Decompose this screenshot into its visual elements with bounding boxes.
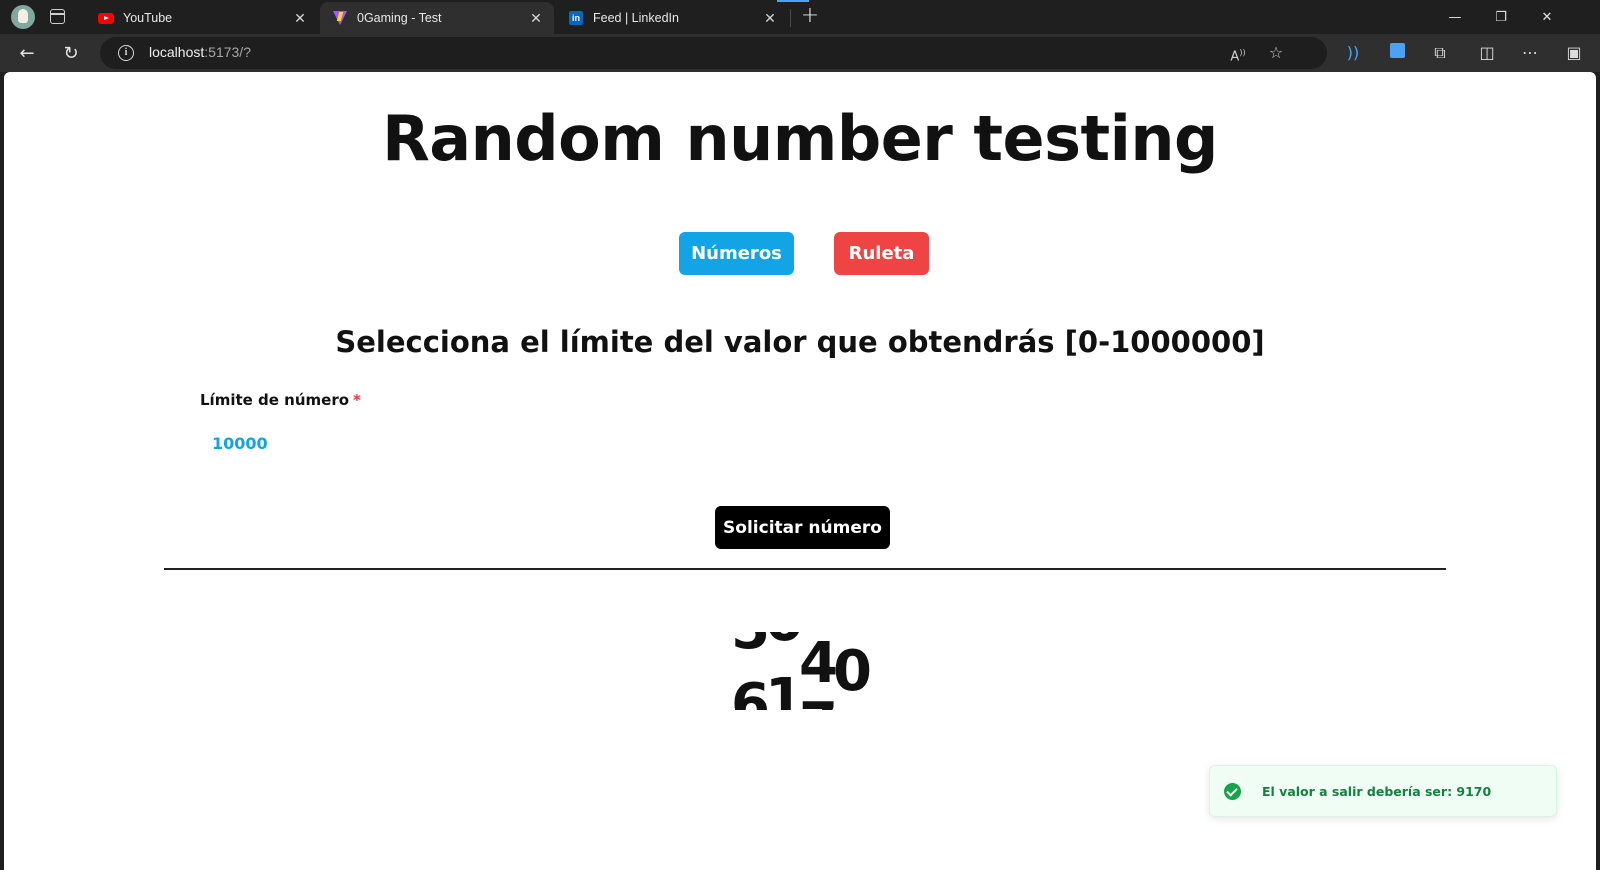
numeros-button[interactable]: Números (679, 232, 794, 275)
url-host: localhost (149, 44, 205, 60)
extensions-puzzle-icon[interactable]: ⧉ (1429, 42, 1451, 64)
linkedin-icon: in (568, 10, 584, 26)
toast-message: El valor a salir debería ser: 9170 (1262, 783, 1492, 799)
section-title: Selecciona el límite del valor que obten… (335, 325, 1265, 359)
extension-square-icon[interactable] (1386, 42, 1408, 64)
new-tab-icon[interactable]: + (800, 5, 820, 27)
tab-youtube[interactable]: YouTube ✕ (86, 2, 318, 34)
limit-label-text: Límite de número (200, 391, 350, 409)
divider (164, 568, 1446, 570)
tab-0gaming[interactable]: 0Gaming - Test ✕ (320, 2, 554, 34)
url-text[interactable]: localhost:5173/? (149, 44, 251, 60)
limit-field-label: Límite de número * (200, 391, 361, 409)
vite-icon (332, 10, 348, 26)
tab-linkedin[interactable]: in Feed | LinkedIn ✕ (556, 2, 788, 34)
tab-title: Feed | LinkedIn (593, 11, 679, 25)
wifi-extension-icon[interactable]: )) (1342, 42, 1364, 64)
info-icon[interactable]: i (118, 45, 134, 61)
number-slot-animation: 5 6 0 1 4 7 0 (731, 632, 891, 710)
favorite-star-icon[interactable]: ☆ (1266, 43, 1286, 63)
profile-avatar-icon[interactable] (11, 5, 35, 29)
workspaces-icon[interactable] (50, 9, 65, 24)
close-icon[interactable]: ✕ (762, 10, 778, 26)
page-viewport: Random number testing Números Ruleta Sel… (4, 72, 1596, 870)
browser-titlebar: YouTube ✕ 0Gaming - Test ✕ in Feed | Lin… (0, 0, 1600, 34)
close-window-icon[interactable]: ✕ (1524, 0, 1570, 34)
success-toast[interactable]: El valor a salir debería ser: 9170 (1209, 765, 1557, 817)
reload-icon[interactable]: ↻ (58, 41, 84, 65)
required-mark: * (353, 391, 361, 409)
restore-icon[interactable]: ❐ (1478, 0, 1524, 34)
slot-digit: 0 (833, 639, 872, 704)
ruleta-button[interactable]: Ruleta (834, 232, 929, 275)
limit-input[interactable] (200, 427, 500, 459)
minimize-icon[interactable]: — (1432, 0, 1478, 34)
tab-separator (790, 9, 791, 27)
sidebar-toggle-icon[interactable]: ▣ (1563, 42, 1585, 64)
browser-toolbar: ← ↻ i localhost:5173/? A)) ☆ )) ⧉ ◫ ⋯ ▣ (0, 34, 1600, 72)
close-icon[interactable]: ✕ (292, 10, 308, 26)
tab-title: 0Gaming - Test (357, 11, 442, 25)
tab-activity-indicator (777, 0, 809, 2)
check-circle-icon (1224, 782, 1241, 800)
close-icon[interactable]: ✕ (528, 10, 544, 26)
more-options-icon[interactable]: ⋯ (1519, 42, 1541, 64)
url-rest: :5173/? (204, 44, 251, 60)
split-screen-icon[interactable]: ◫ (1476, 42, 1498, 64)
read-aloud-icon[interactable]: A)) (1228, 43, 1248, 64)
youtube-icon (98, 10, 114, 26)
tab-title: YouTube (123, 11, 173, 25)
back-icon[interactable]: ← (14, 41, 40, 65)
page-title: Random number testing (382, 102, 1218, 175)
address-bar[interactable]: i localhost:5173/? A)) ☆ (100, 37, 1327, 69)
solicitar-numero-button[interactable]: Solicitar número (715, 506, 890, 549)
